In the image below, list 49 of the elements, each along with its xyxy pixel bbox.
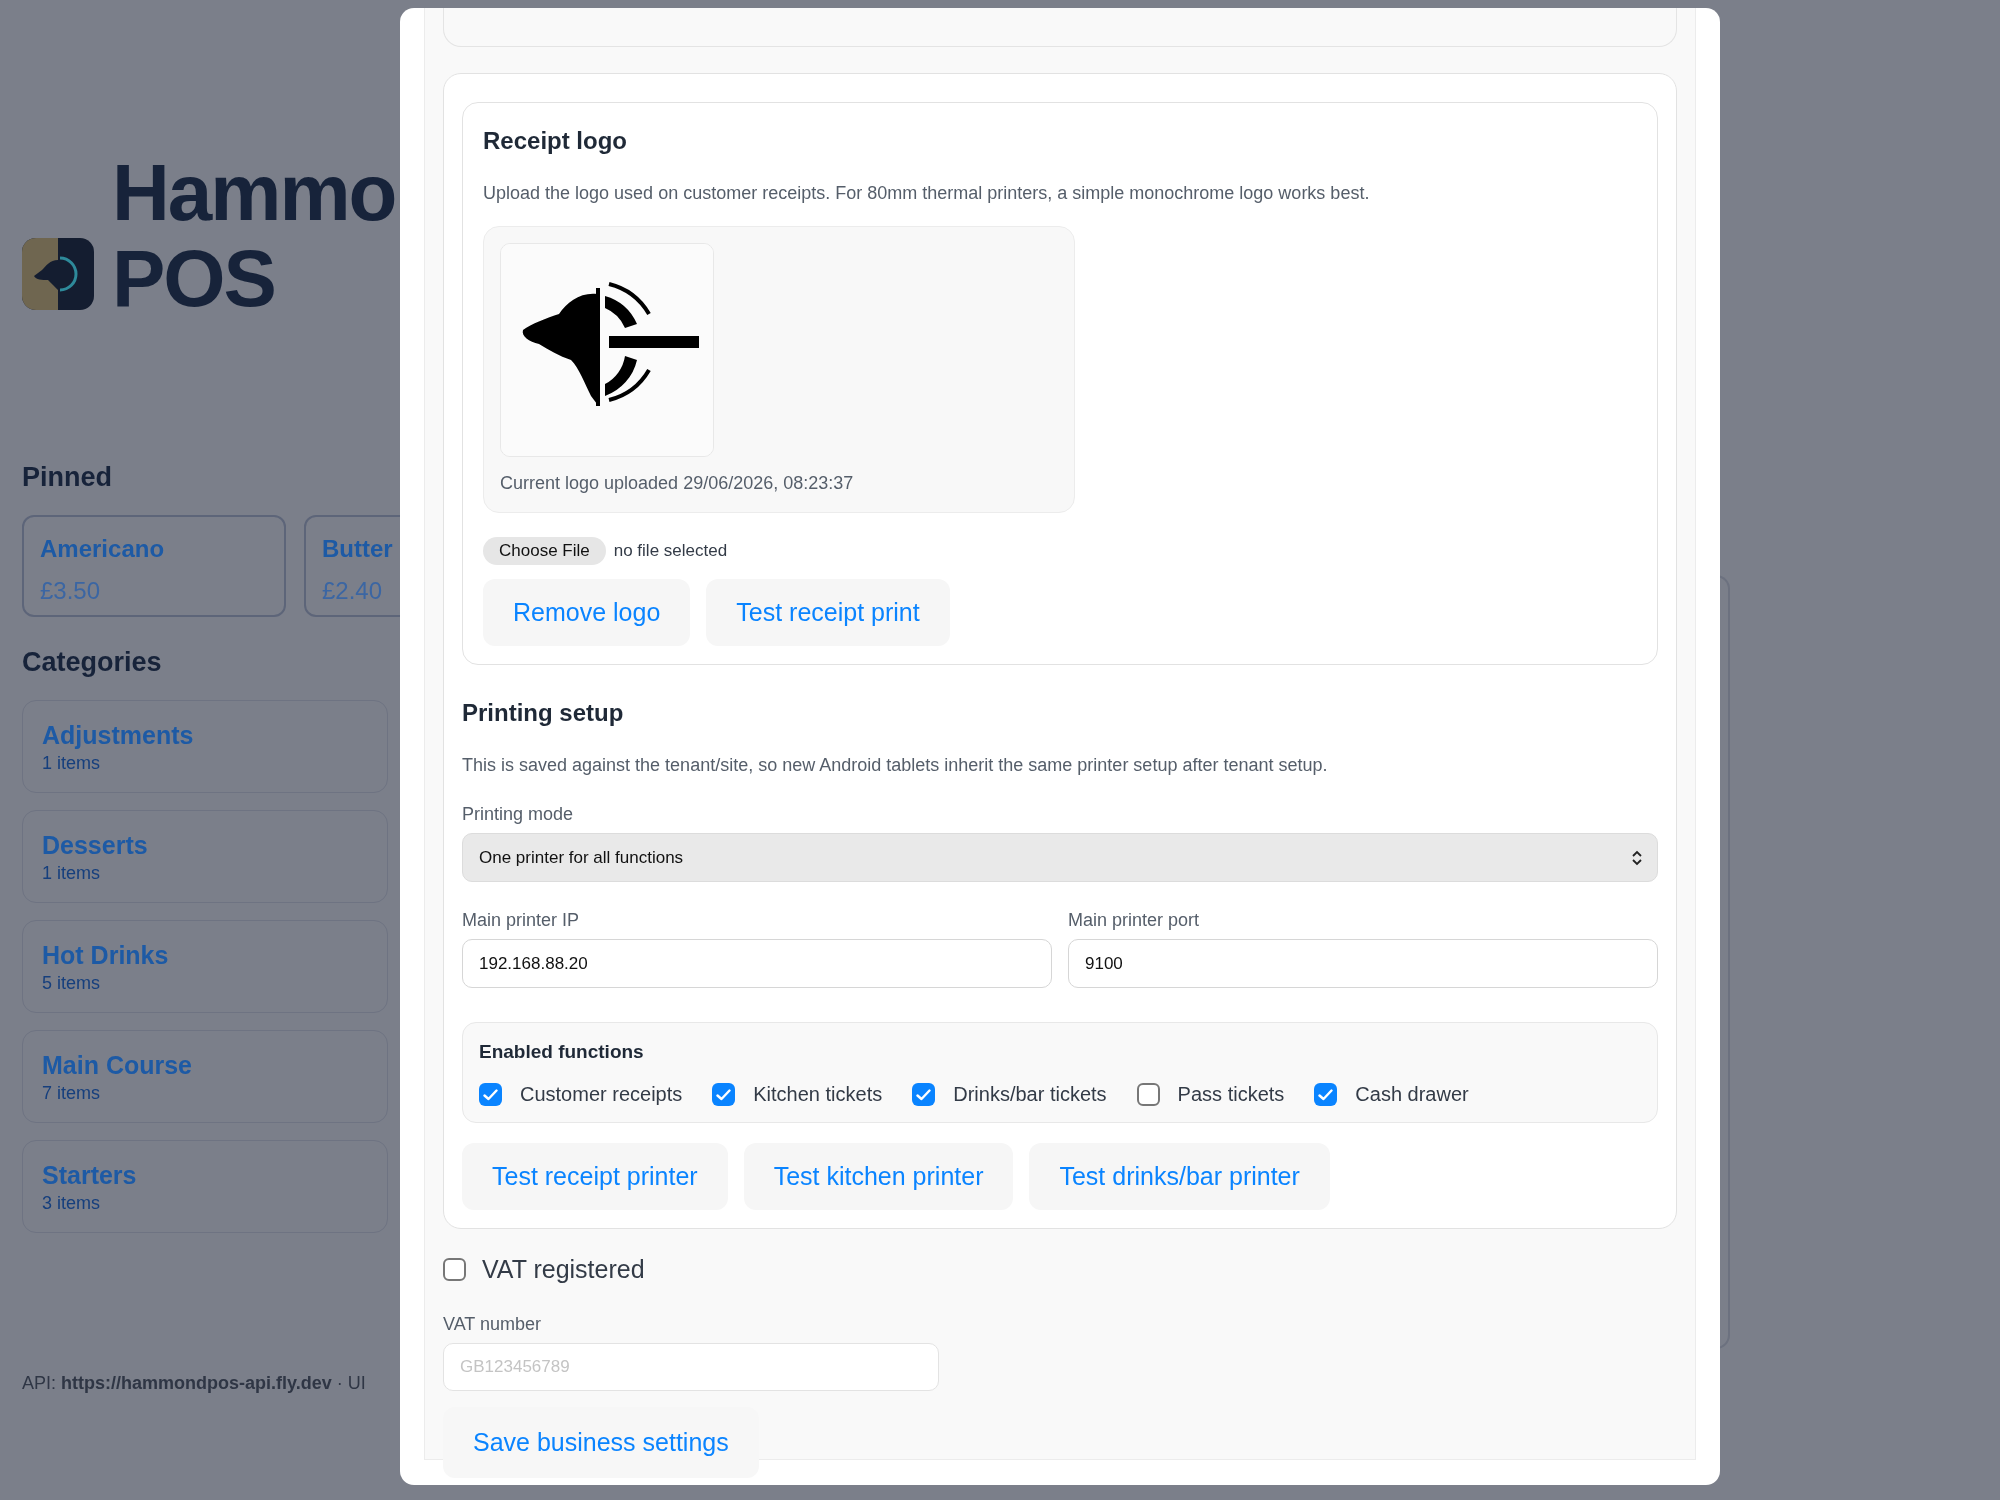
test-printer-button[interactable]: Test kitchen printer: [743, 1143, 1014, 1210]
checkbox-label: Drinks/bar tickets: [953, 1083, 1107, 1106]
checkbox-label: VAT registered: [482, 1255, 645, 1284]
pinned-item-card[interactable]: Americano £3.50: [22, 515, 286, 617]
dog-logo-icon: [22, 238, 94, 310]
test-printer-button[interactable]: Test receipt printer: [462, 1143, 728, 1210]
app-title: Hammo POS: [112, 150, 396, 322]
category-card[interactable]: Hot Drinks 5 items: [22, 920, 388, 1013]
checkmark-icon: [483, 1088, 498, 1101]
api-footer: API: https://hammondpos-api.fly.dev · UI: [22, 1373, 400, 1394]
input-field[interactable]: 9100: [1068, 939, 1658, 988]
field-label: Printing mode: [462, 804, 575, 825]
checkbox-label: Kitchen tickets: [753, 1083, 883, 1106]
checkbox[interactable]: [479, 1083, 502, 1106]
checkbox[interactable]: [912, 1083, 936, 1106]
choose-file-button[interactable]: Choose File: [483, 537, 606, 565]
checkbox[interactable]: [1136, 1083, 1160, 1106]
upload-caption: Current logo uploaded 29/06/2026, 08:23:37: [500, 473, 855, 494]
category-card[interactable]: Desserts 1 items: [22, 810, 388, 903]
field-label: Main printer IP: [462, 910, 581, 931]
action-button[interactable]: Test receipt print: [706, 579, 950, 646]
section-title: Printing setup: [462, 699, 625, 727]
checkmark-icon: [916, 1088, 932, 1101]
section-heading: Categories: [22, 647, 163, 678]
vat-number-field[interactable]: GB123456789: [443, 1343, 939, 1391]
checkbox-label: Customer receipts: [520, 1083, 683, 1106]
printing-mode-select[interactable]: One printer for all functions: [462, 833, 1658, 882]
panel-title: Enabled functions: [479, 1041, 645, 1063]
field-label: VAT number: [443, 1314, 543, 1335]
category-card[interactable]: Main Course 7 items: [22, 1030, 388, 1123]
test-printer-button[interactable]: Test drinks/bar printer: [1029, 1143, 1330, 1210]
checkbox[interactable]: [712, 1083, 736, 1106]
description: Upload the logo used on customer receipts. For 80mm thermal printers, a simple monochrome logo works best.: [483, 183, 1371, 204]
section-title: Receipt logo: [483, 127, 628, 155]
chevron-updown-icon: [1631, 848, 1643, 867]
file-status: no file selected: [613, 541, 728, 561]
checkmark-icon: [716, 1088, 732, 1101]
action-button[interactable]: Remove logo: [483, 579, 691, 646]
checkbox-label: Pass tickets: [1177, 1083, 1285, 1106]
category-card[interactable]: Adjustments 1 items: [22, 700, 388, 793]
checkbox[interactable]: [1314, 1083, 1338, 1106]
category-card[interactable]: Starters 3 items: [22, 1140, 388, 1233]
checkbox-label: Cash drawer: [1355, 1083, 1469, 1106]
checkmark-icon: [1318, 1088, 1334, 1101]
input-field[interactable]: 192.168.88.20: [462, 939, 1052, 988]
field-label: Main printer port: [1068, 910, 1201, 931]
description: This is saved against the tenant/site, so new Android tablets inherit the same printer setup after tenant setup.: [462, 755, 1329, 776]
section-heading: Pinned: [22, 462, 113, 493]
checkbox[interactable]: [443, 1258, 466, 1281]
